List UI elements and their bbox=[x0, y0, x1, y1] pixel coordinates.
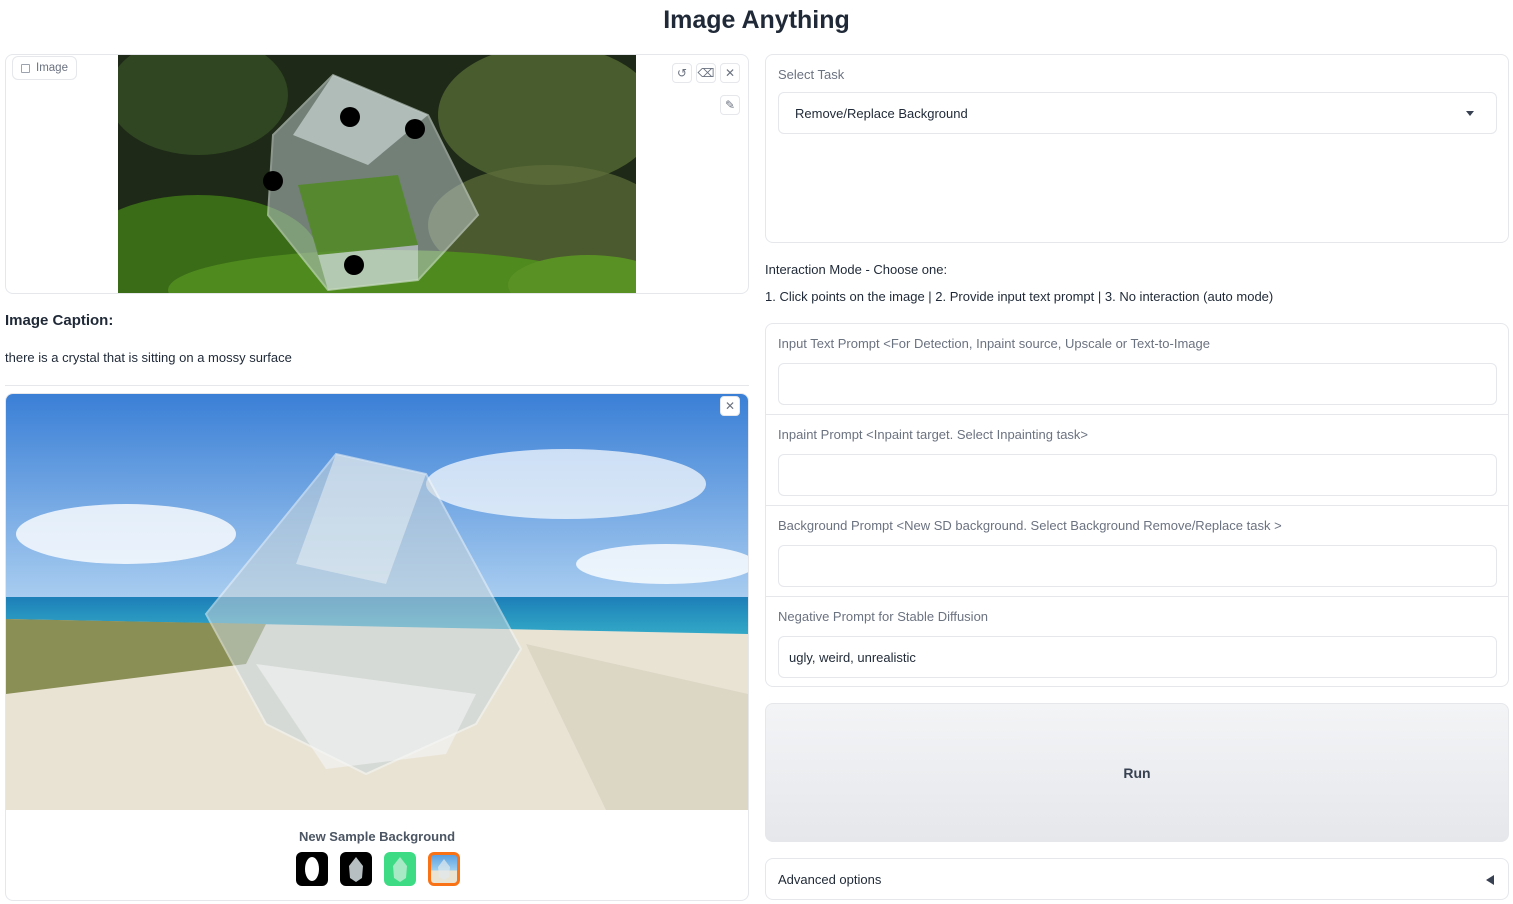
task-dropdown-value: Remove/Replace Background bbox=[795, 105, 968, 121]
click-point bbox=[405, 119, 425, 139]
inpaint-prompt-block: Inpaint Prompt <Inpaint target. Select I… bbox=[766, 415, 1508, 506]
output-gallery: ✕ New Sample Background bbox=[5, 393, 749, 901]
thumbnail-beach[interactable] bbox=[428, 852, 460, 886]
image-label-text: Image bbox=[36, 62, 68, 74]
eraser-icon[interactable]: ⌫ bbox=[696, 63, 716, 83]
text-prompt-label: Input Text Prompt <For Detection, Inpain… bbox=[778, 336, 1210, 351]
thumbnail-green[interactable] bbox=[384, 852, 416, 886]
advanced-options-label: Advanced options bbox=[778, 871, 882, 887]
background-prompt-block: Background Prompt <New SD background. Se… bbox=[766, 506, 1508, 597]
close-icon[interactable]: ✕ bbox=[720, 63, 740, 83]
caption-heading: Image Caption: bbox=[5, 312, 114, 329]
task-panel: Select Task Remove/Replace Background bbox=[765, 54, 1509, 243]
click-point bbox=[344, 255, 364, 275]
output-image[interactable] bbox=[6, 394, 748, 810]
text-prompt-input[interactable] bbox=[778, 363, 1497, 405]
background-prompt-input[interactable] bbox=[778, 545, 1497, 587]
click-point bbox=[340, 107, 360, 127]
input-image-canvas[interactable] bbox=[118, 55, 636, 293]
thumbnail-strip bbox=[296, 852, 460, 886]
image-icon bbox=[21, 63, 30, 73]
negative-prompt-block: Negative Prompt for Stable Diffusion bbox=[766, 597, 1508, 686]
text-prompt-block: Input Text Prompt <For Detection, Inpain… bbox=[766, 324, 1508, 415]
input-image-panel[interactable]: Image ↺ ⌫ ✕ ✎ bbox=[5, 54, 749, 294]
click-point bbox=[263, 171, 283, 191]
image-label: Image bbox=[12, 56, 77, 80]
chevron-down-icon bbox=[1466, 111, 1474, 116]
undo-icon[interactable]: ↺ bbox=[672, 63, 692, 83]
interaction-mode-heading: Interaction Mode - Choose one: bbox=[765, 262, 948, 277]
divider bbox=[5, 385, 749, 386]
crystal-beach-image bbox=[6, 394, 748, 810]
caption-text: there is a crystal that is sitting on a … bbox=[5, 350, 292, 365]
gallery-caption: New Sample Background bbox=[298, 829, 456, 844]
brush-icon[interactable]: ✎ bbox=[720, 95, 740, 115]
inpaint-prompt-input[interactable] bbox=[778, 454, 1497, 496]
crystal-moss-image bbox=[118, 55, 636, 293]
negative-prompt-input[interactable] bbox=[778, 636, 1497, 678]
thumbnail-mask[interactable] bbox=[296, 852, 328, 886]
inpaint-prompt-label: Inpaint Prompt <Inpaint target. Select I… bbox=[778, 427, 1089, 442]
interaction-mode-options: 1. Click points on the image | 2. Provid… bbox=[765, 289, 1274, 304]
select-task-label: Select Task bbox=[778, 67, 845, 82]
advanced-options-accordion[interactable]: Advanced options bbox=[765, 858, 1509, 900]
background-prompt-label: Background Prompt <New SD background. Se… bbox=[778, 518, 1282, 533]
thumbnail-cutout[interactable] bbox=[340, 852, 372, 886]
task-dropdown[interactable]: Remove/Replace Background bbox=[778, 92, 1497, 134]
page-title: Image Anything bbox=[663, 6, 850, 34]
caret-left-icon[interactable] bbox=[1486, 875, 1494, 885]
negative-prompt-label: Negative Prompt for Stable Diffusion bbox=[778, 609, 989, 624]
run-button[interactable]: Run bbox=[765, 703, 1509, 842]
prompts-panel: Input Text Prompt <For Detection, Inpain… bbox=[765, 323, 1509, 687]
close-icon[interactable]: ✕ bbox=[720, 396, 740, 416]
